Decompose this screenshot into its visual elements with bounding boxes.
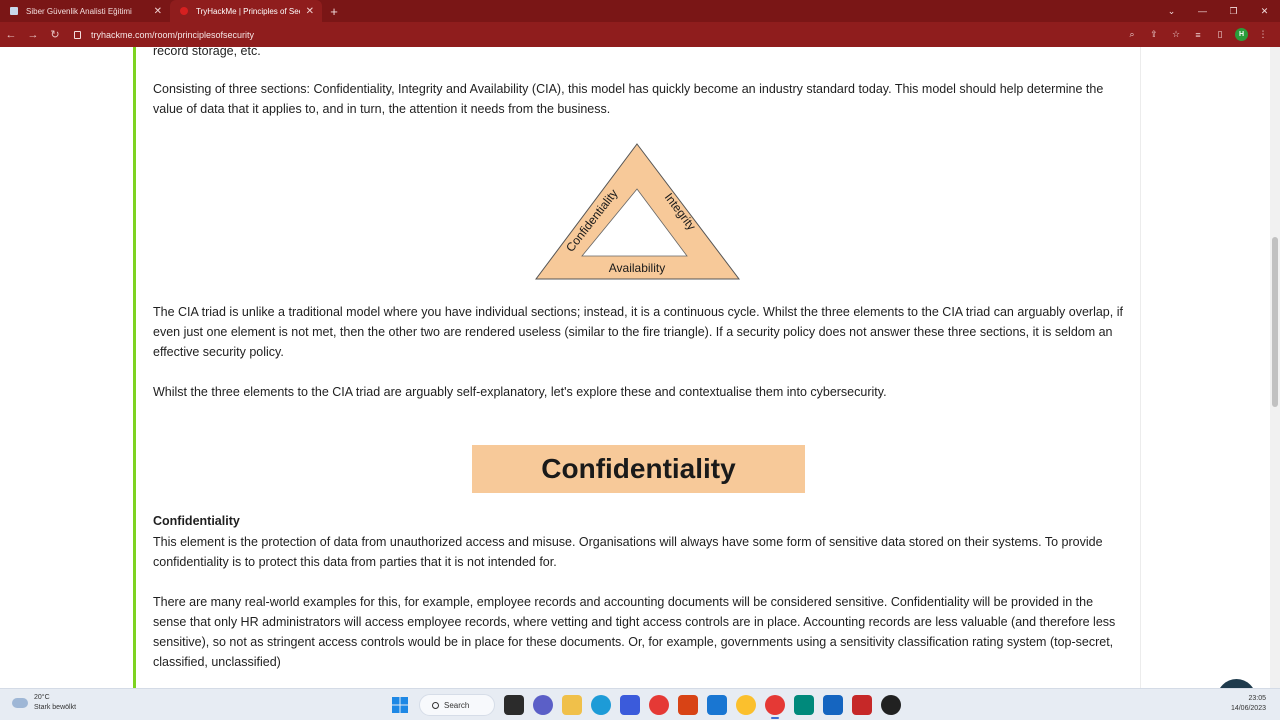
close-tab-icon[interactable]: ✕ xyxy=(154,6,162,17)
bookmark-star-icon[interactable]: ☆ xyxy=(1169,28,1183,42)
app-icon[interactable] xyxy=(881,695,901,715)
tab-title: Siber Güvenlik Analisti Eğitimi xyxy=(26,6,132,16)
chat-icon[interactable] xyxy=(533,695,553,715)
zoom-icon[interactable]: ⌕ xyxy=(1125,28,1139,42)
store-icon[interactable] xyxy=(620,695,640,715)
system-clock[interactable]: 23:05 14/06/2023 xyxy=(1231,694,1266,714)
reload-icon[interactable]: ↻ xyxy=(44,22,66,47)
floating-help-button[interactable] xyxy=(1217,679,1256,688)
close-tab-icon[interactable]: ✕ xyxy=(306,6,314,17)
address-bar[interactable]: tryhackme.com/room/principlesofsecurity xyxy=(74,25,1134,44)
page-scrollbar[interactable] xyxy=(1270,47,1280,688)
side-panel-icon[interactable]: ▯ xyxy=(1213,28,1227,42)
tab-tryhackme[interactable]: TryHackMe | Principles of Securit ✕ xyxy=(170,0,322,22)
restore-icon[interactable]: ❐ xyxy=(1218,0,1249,22)
calculator-icon[interactable] xyxy=(794,695,814,715)
weather-desc: Stark bewölkt xyxy=(34,704,77,711)
profile-avatar[interactable]: H xyxy=(1235,28,1248,41)
window-controls: ⌄ — ❐ ✕ xyxy=(1156,0,1280,22)
taskbar-apps: Search xyxy=(390,693,901,719)
task-view-icon[interactable] xyxy=(504,695,524,715)
scrollbar-thumb[interactable] xyxy=(1272,237,1278,407)
weather-widget[interactable]: 20°C Stark bewölkt xyxy=(12,693,76,713)
browser-toolbar: ← → ↻ tryhackme.com/room/principlesofsec… xyxy=(0,22,1280,47)
cloud-icon xyxy=(12,698,28,708)
fragment-text: record storage, etc. xyxy=(153,47,261,58)
vscode-icon[interactable] xyxy=(707,695,727,715)
confidentiality-paragraph-2: There are many real-world examples for t… xyxy=(153,595,1116,669)
back-arrow-icon[interactable]: ← xyxy=(0,22,22,47)
edge-browser-icon[interactable] xyxy=(591,695,611,715)
lock-icon xyxy=(74,30,81,39)
page-viewport: record storage, etc. Consisting of three… xyxy=(0,47,1280,688)
search-label: Search xyxy=(444,700,470,710)
clock-date: 14/06/2023 xyxy=(1230,705,1266,712)
tab-search-chevron-icon[interactable]: ⌄ xyxy=(1156,0,1187,22)
confidentiality-paragraph-1: This element is the protection of data f… xyxy=(153,535,1103,569)
menu-kebab-icon[interactable]: ⋮ xyxy=(1256,28,1270,42)
triad-paragraph: The CIA triad is unlike a traditional mo… xyxy=(153,305,1123,359)
forward-arrow-icon[interactable]: → xyxy=(22,22,44,47)
app-icon[interactable] xyxy=(736,695,756,715)
filezilla-icon[interactable] xyxy=(852,695,872,715)
cia-triad-diagram: Confidentiality Integrity Availability xyxy=(535,143,741,280)
app-icon[interactable] xyxy=(678,695,698,715)
app-icon[interactable] xyxy=(823,695,843,715)
clock-time: 23:05 xyxy=(1248,695,1266,702)
weather-temp: 20°C xyxy=(34,694,50,701)
windows-start-icon[interactable] xyxy=(390,695,410,715)
document-favicon-icon xyxy=(10,7,18,15)
tab-title: TryHackMe | Principles of Securit xyxy=(196,6,300,16)
tab-siber-guvenlik[interactable]: Siber Güvenlik Analisti Eğitimi ✕ xyxy=(0,0,170,22)
toolbar-icons: ⌕ ⇪ ☆ ≡ ▯ H ⋮ xyxy=(1125,22,1270,47)
chrome-icon[interactable] xyxy=(649,695,669,715)
url-text: tryhackme.com/room/principlesofsecurity xyxy=(91,29,255,40)
confidentiality-banner: Confidentiality xyxy=(472,445,805,493)
chrome-active-icon[interactable] xyxy=(765,695,785,719)
tryhackme-favicon-icon xyxy=(180,7,188,15)
taskbar-search[interactable]: Search xyxy=(419,694,495,716)
triad-label-availability: Availability xyxy=(609,261,665,275)
intro-paragraph: Consisting of three sections: Confidenti… xyxy=(153,82,1104,116)
windows-taskbar: 20°C Stark bewölkt Search 23:05 14/06/20… xyxy=(0,688,1280,720)
search-icon xyxy=(432,701,439,709)
minimize-icon[interactable]: — xyxy=(1187,0,1218,22)
explore-paragraph: Whilst the three elements to the CIA tri… xyxy=(153,385,887,399)
file-explorer-icon[interactable] xyxy=(562,695,582,715)
share-icon[interactable]: ⇪ xyxy=(1147,28,1161,42)
new-tab-button[interactable]: + xyxy=(322,0,346,22)
close-window-icon[interactable]: ✕ xyxy=(1249,0,1280,22)
reading-list-icon[interactable]: ≡ xyxy=(1191,28,1205,42)
section-heading: Confidentiality xyxy=(153,514,240,528)
browser-tab-bar: Siber Güvenlik Analisti Eğitimi ✕ TryHac… xyxy=(0,0,1280,22)
